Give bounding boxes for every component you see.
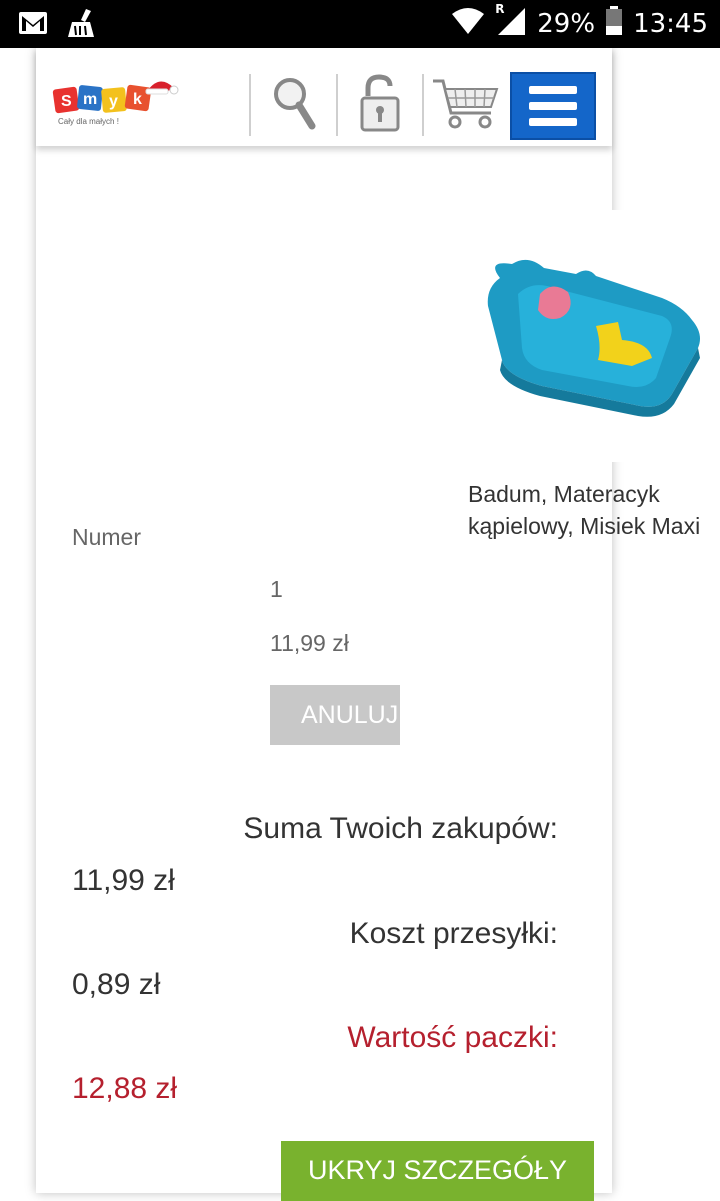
status-bar: R 29% 13:45 <box>0 0 720 48</box>
clock: 13:45 <box>633 9 708 39</box>
account-button[interactable] <box>340 72 420 138</box>
divider <box>249 74 251 136</box>
wifi-icon <box>451 7 485 42</box>
svg-text:y: y <box>109 93 118 110</box>
logo-tagline: Cały dla małych ! <box>58 117 119 126</box>
menu-icon-bar <box>529 86 577 94</box>
divider <box>336 74 338 136</box>
signal-icon: R <box>495 2 527 43</box>
header-bar: S m y k Cały dla małych ! <box>36 48 612 146</box>
search-button[interactable] <box>254 72 334 138</box>
total-value: 12,88 zł <box>72 1072 178 1105</box>
shipping-label: Koszt przesyłki: <box>349 917 558 950</box>
battery-icon <box>605 5 623 43</box>
hide-details-button[interactable]: UKRYJ SZCZEGÓŁY <box>281 1141 594 1201</box>
search-icon <box>272 76 316 135</box>
product-name[interactable]: Badum, Materacyk kąpielowy, Misiek Maxi <box>468 478 708 542</box>
product-image[interactable] <box>472 210 720 462</box>
svg-text:S: S <box>61 93 72 110</box>
cart-button[interactable] <box>426 72 506 138</box>
lock-icon <box>358 73 402 137</box>
total-label: Wartość paczki: <box>347 1021 558 1054</box>
cancel-button[interactable]: ANULUJ <box>270 685 400 745</box>
cart-icon <box>431 75 501 136</box>
subtotal-label: Suma Twoich zakupów: <box>243 812 558 845</box>
divider <box>422 74 424 136</box>
smyk-logo[interactable]: S m y k Cały dla małych ! <box>52 76 180 128</box>
roaming-indicator: R <box>495 1 505 16</box>
shipping-value: 0,89 zł <box>72 968 161 1001</box>
svg-text:m: m <box>83 91 97 108</box>
menu-icon-bar <box>529 118 577 126</box>
quantity-value: 1 <box>270 576 283 602</box>
item-price: 11,99 zł <box>270 630 349 656</box>
subtotal-value: 11,99 zł <box>72 864 175 897</box>
menu-button[interactable] <box>510 72 596 140</box>
battery-percent: 29% <box>537 9 596 39</box>
menu-icon-bar <box>529 102 577 110</box>
number-label: Numer <box>72 524 142 550</box>
cleaner-icon <box>66 8 98 42</box>
svg-text:k: k <box>133 91 142 108</box>
gmail-icon <box>18 11 48 39</box>
